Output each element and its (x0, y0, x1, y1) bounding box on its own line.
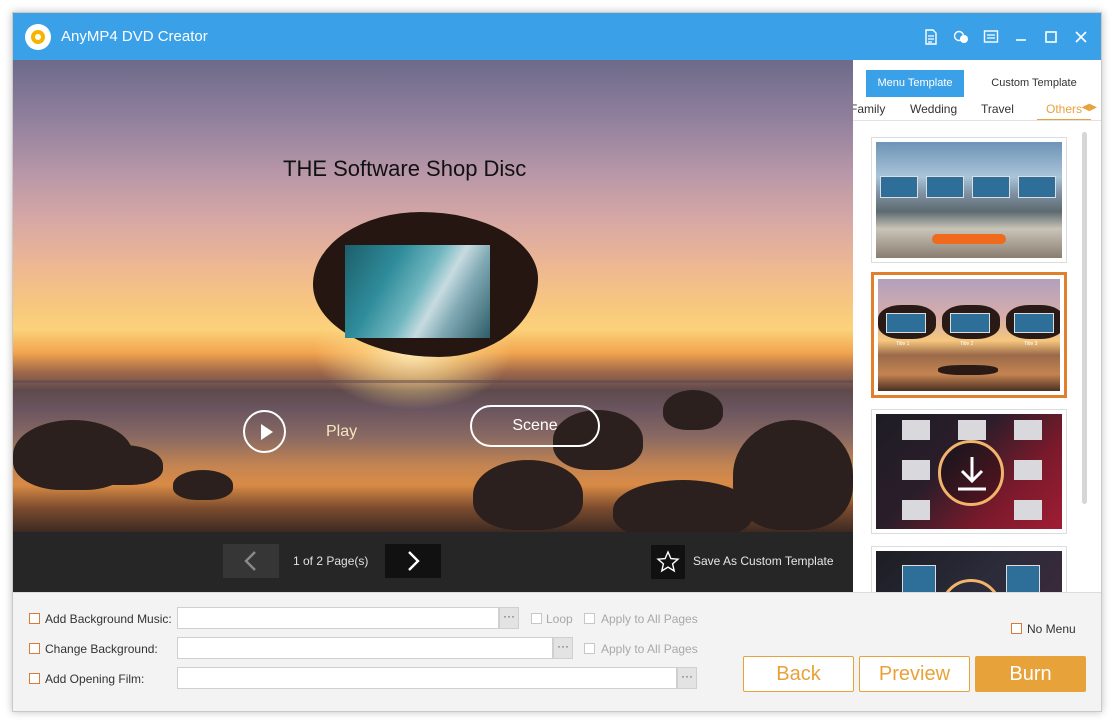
mini-thumbnail (1006, 565, 1040, 592)
rock (473, 460, 583, 530)
page-indicator: 1 of 2 Page(s) (293, 554, 369, 568)
mini-card (902, 460, 930, 480)
mini-nav-bar (932, 234, 1006, 244)
add-opening-film-label[interactable]: Add Opening Film: (45, 672, 144, 686)
mini-card (902, 420, 930, 440)
rock (173, 470, 233, 500)
no-menu-checkbox[interactable] (1011, 623, 1022, 634)
template-sunset-selected[interactable]: Title 1 Title 2 Title 3 (871, 272, 1067, 398)
minimize-icon[interactable] (1011, 27, 1031, 47)
chevron-left-icon (244, 551, 256, 571)
mini-card (1014, 500, 1042, 520)
browse-music-button[interactable]: ··· (499, 607, 519, 629)
browse-background-button[interactable]: ··· (553, 637, 573, 659)
scene-button[interactable]: Scene (470, 405, 600, 447)
category-travel[interactable]: Travel (981, 102, 1014, 116)
loop-checkbox[interactable] (531, 613, 542, 624)
document-icon[interactable] (921, 27, 941, 47)
rock (613, 480, 753, 532)
next-page-button[interactable] (385, 544, 441, 578)
title-bar-controls (921, 27, 1091, 47)
category-row: Family Wedding Travel Others ◀▶ (853, 97, 1101, 121)
template-red-download[interactable] (871, 409, 1067, 534)
chevron-right-icon (408, 551, 420, 571)
no-menu-label[interactable]: No Menu (1027, 622, 1076, 636)
template-panel: Menu Template Custom Template Family Wed… (853, 60, 1101, 592)
mini-card (1014, 420, 1042, 440)
category-wedding[interactable]: Wedding (910, 102, 957, 116)
add-background-music-label[interactable]: Add Background Music: (45, 612, 172, 626)
opening-film-field[interactable] (177, 667, 677, 689)
menu-icon[interactable] (981, 27, 1001, 47)
mini-title-3: Title 3 (1024, 341, 1038, 347)
app-window: AnyMP4 DVD Creator THE Software Shop Dis… (12, 12, 1102, 712)
mini-thumbnail (1014, 313, 1054, 333)
loop-label[interactable]: Loop (546, 612, 573, 626)
options-panel: Add Background Music: ··· Loop Apply to … (13, 592, 1101, 711)
tab-menu-template[interactable]: Menu Template (866, 70, 964, 97)
star-icon[interactable] (651, 545, 685, 579)
download-icon[interactable] (940, 579, 1002, 592)
template-dark-download[interactable] (871, 546, 1067, 592)
save-custom-template-button[interactable]: Save As Custom Template (693, 554, 834, 568)
pager-bar: 1 of 2 Page(s) Save As Custom Template (13, 532, 853, 592)
previous-page-button[interactable] (223, 544, 279, 578)
mini-card (902, 500, 930, 520)
mini-thumbnail (902, 565, 936, 592)
burn-button[interactable]: Burn (975, 656, 1086, 692)
play-button-icon[interactable] (243, 410, 286, 453)
mini-thumbnail (880, 176, 918, 198)
rock (663, 390, 723, 430)
mini-thumbnail (926, 176, 964, 198)
template-preview (876, 414, 1062, 529)
apply-all-pages-music-checkbox[interactable] (584, 613, 595, 624)
mini-title-2: Title 2 (960, 341, 974, 347)
category-scroll-arrows-icon[interactable]: ◀▶ (1082, 102, 1097, 113)
app-title: AnyMP4 DVD Creator (61, 28, 208, 45)
menu-thumbnail[interactable] (345, 245, 490, 338)
apply-all-pages-music-label[interactable]: Apply to All Pages (601, 612, 698, 626)
back-button[interactable]: Back (743, 656, 854, 692)
maximize-icon[interactable] (1041, 27, 1061, 47)
preview-button[interactable]: Preview (859, 656, 970, 692)
apply-all-pages-background-label[interactable]: Apply to All Pages (601, 642, 698, 656)
download-icon[interactable] (938, 440, 1004, 506)
template-mountain[interactable] (871, 137, 1067, 263)
change-background-label[interactable]: Change Background: (45, 642, 158, 656)
change-background-checkbox[interactable] (29, 643, 40, 654)
browse-film-button[interactable]: ··· (677, 667, 697, 689)
template-scrollbar[interactable] (1082, 132, 1087, 504)
background-music-field[interactable] (177, 607, 499, 629)
close-icon[interactable] (1071, 27, 1091, 47)
disc-title[interactable]: THE Software Shop Disc (283, 156, 526, 182)
template-preview: Title 1 Title 2 Title 3 (878, 279, 1060, 391)
tab-custom-template[interactable]: Custom Template (975, 70, 1093, 97)
add-background-music-checkbox[interactable] (29, 613, 40, 624)
horizon (13, 380, 853, 383)
mini-card (958, 420, 986, 440)
template-preview (876, 142, 1062, 258)
rock (83, 445, 163, 485)
mini-thumbnail (886, 313, 926, 333)
mini-thumbnail (950, 313, 990, 333)
apply-all-pages-background-checkbox[interactable] (584, 643, 595, 654)
app-logo-icon (25, 24, 51, 50)
mini-nav-bar (938, 365, 998, 375)
template-preview (876, 551, 1062, 592)
chat-icon[interactable] (951, 27, 971, 47)
title-bar: AnyMP4 DVD Creator (13, 13, 1101, 60)
mini-title-1: Title 1 (896, 341, 910, 347)
play-label[interactable]: Play (326, 423, 357, 441)
background-image-field[interactable] (177, 637, 553, 659)
menu-preview: THE Software Shop Disc Play Scene (13, 60, 853, 532)
mini-thumbnail (1018, 176, 1056, 198)
mini-thumbnail (972, 176, 1010, 198)
add-opening-film-checkbox[interactable] (29, 673, 40, 684)
category-family[interactable]: Family (853, 102, 885, 116)
mini-card (1014, 460, 1042, 480)
